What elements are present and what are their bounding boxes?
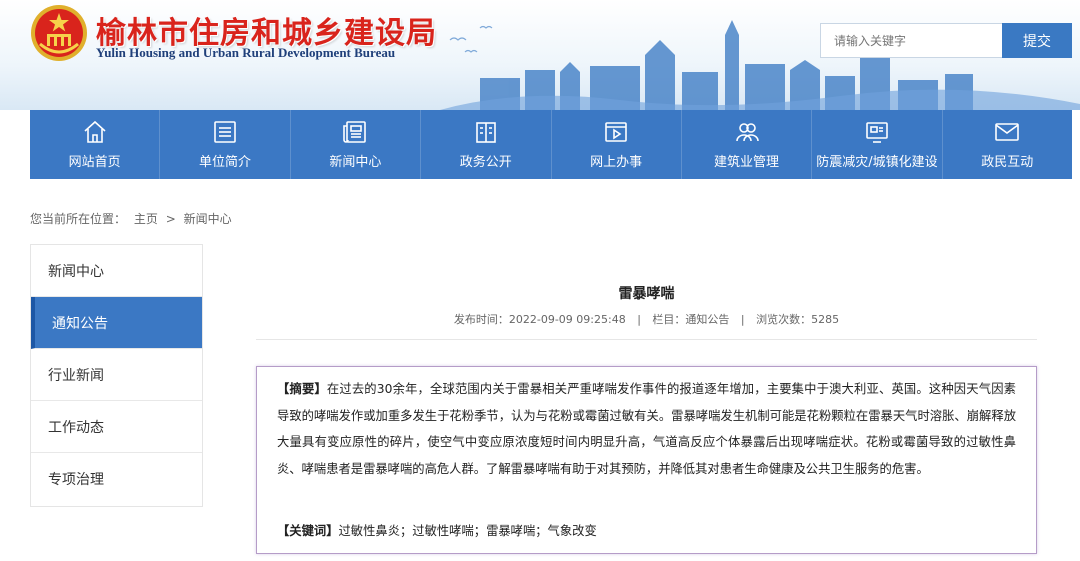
sidebar-item-news-center[interactable]: 新闻中心 [31, 245, 202, 297]
building-icon [476, 122, 496, 143]
nav-label: 政务公开 [459, 155, 512, 170]
article-title: 雷暴哮喘 [618, 286, 675, 302]
breadcrumb-home-link[interactable]: 主页 [134, 212, 158, 226]
abstract-body: 在过去的30余年，全球范围内关于雷暴相关严重哮喘发作事件的报道逐年增加，主要集中… [277, 382, 1016, 476]
users-icon [735, 123, 759, 142]
news-icon [343, 121, 367, 143]
abstract-label: 【摘要】 [277, 382, 327, 396]
nav-item-about[interactable]: 单位简介 [160, 110, 291, 179]
nav-item-online-service[interactable]: 网上办事 [552, 110, 682, 179]
breadcrumb: 您当前所在位置： 主页 > 新闻中心 [30, 210, 236, 227]
sidebar-item-special-governance[interactable]: 专项治理 [31, 453, 202, 505]
search-input[interactable] [820, 23, 1002, 58]
nav-item-construction-management[interactable]: 建筑业管理 [682, 110, 813, 179]
site-header: 榆林市住房和城乡建设局 Yulin Housing and Urban Rura… [0, 0, 1080, 110]
meta-separator: | [637, 313, 641, 326]
nav-label: 政民互动 [981, 155, 1034, 170]
main-nav: 网站首页 单位简介 新闻中心 政务公开 网上办事 建筑业管理 防震减灾/城镇化建… [30, 110, 1072, 179]
search-submit-button[interactable]: 提交 [1002, 23, 1072, 58]
mail-icon [995, 123, 1020, 141]
publish-label: 发布时间： [453, 313, 509, 326]
keywords-line: 【关键词】过敏性鼻炎；过敏性哮喘；雷暴哮喘；气象改变 [277, 521, 597, 539]
title-divider [256, 339, 1037, 340]
nav-item-disaster-reduction[interactable]: 防震减灾/城镇化建设 [812, 110, 943, 179]
sidebar-item-work-updates[interactable]: 工作动态 [31, 401, 202, 453]
nav-item-gov-affairs[interactable]: 政务公开 [421, 110, 552, 179]
views-label: 浏览次数： [756, 313, 812, 326]
column-name: 通知公告 [685, 313, 730, 326]
publish-time: 2022-09-09 09:25:48 [508, 313, 626, 326]
national-emblem-icon [31, 5, 87, 61]
breadcrumb-prefix: 您当前所在位置： [30, 212, 127, 226]
abstract-text: 【摘要】在过去的30余年，全球范围内关于雷暴相关严重哮喘发作事件的报道逐年增加，… [277, 376, 1016, 482]
home-icon [84, 120, 106, 143]
nav-label: 新闻中心 [329, 155, 382, 170]
nav-item-interaction[interactable]: 政民互动 [943, 110, 1072, 179]
column-label: 栏目： [652, 313, 686, 326]
breadcrumb-current[interactable]: 新闻中心 [184, 212, 232, 226]
monitor-icon [866, 122, 888, 143]
nav-label: 防震减灾/城镇化建设 [816, 155, 938, 170]
sidebar: 新闻中心 通知公告 行业新闻 工作动态 专项治理 [30, 244, 203, 507]
views-count: 5285 [811, 313, 840, 326]
site-subtitle: Yulin Housing and Urban Rural Developmen… [96, 45, 396, 60]
article-meta: 发布时间：2022-09-09 09:25:48 | 栏目：通知公告 | 浏览次… [256, 311, 1037, 327]
abstract-box: 【摘要】在过去的30余年，全球范围内关于雷暴相关严重哮喘发作事件的报道逐年增加，… [256, 366, 1037, 554]
nav-label: 单位简介 [199, 155, 252, 170]
nav-label: 建筑业管理 [714, 155, 780, 170]
play-icon [605, 122, 627, 142]
nav-item-news[interactable]: 新闻中心 [291, 110, 422, 179]
sidebar-item-industry-news[interactable]: 行业新闻 [31, 349, 202, 401]
keywords-label: 【关键词】 [277, 524, 339, 538]
nav-label: 网站首页 [68, 155, 121, 170]
breadcrumb-separator: > [165, 212, 176, 226]
keywords-body: 过敏性鼻炎；过敏性哮喘；雷暴哮喘；气象改变 [338, 524, 597, 538]
sidebar-item-notices[interactable]: 通知公告 [31, 297, 202, 349]
list-icon [214, 121, 236, 143]
nav-label: 网上办事 [590, 155, 643, 170]
meta-separator: | [740, 313, 745, 326]
nav-item-home[interactable]: 网站首页 [30, 110, 161, 179]
